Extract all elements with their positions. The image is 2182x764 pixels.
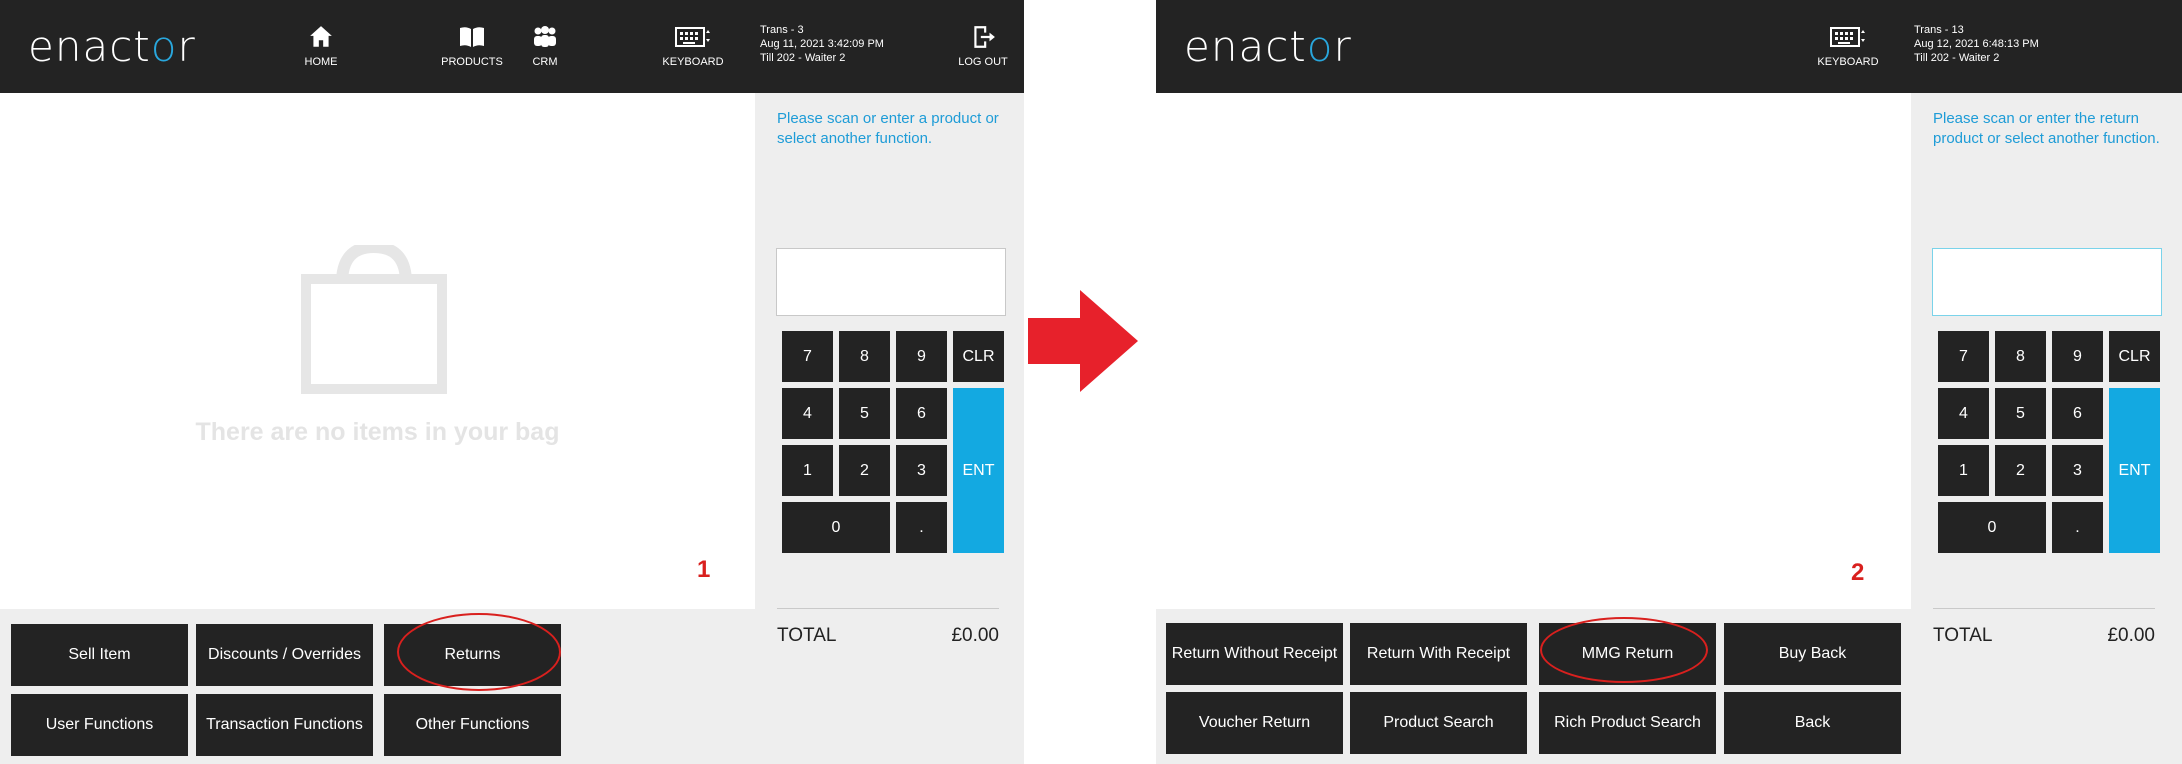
key-4[interactable]: 4: [782, 388, 833, 439]
enactor-logo: enactor: [1184, 22, 1352, 71]
product-search-button[interactable]: Product Search: [1350, 692, 1527, 754]
pos-screen-step-2: enactor KEYBOARD Trans - 13 Aug 12, 2021…: [1156, 0, 2182, 764]
return-without-receipt-button[interactable]: Return Without Receipt: [1166, 623, 1343, 685]
voucher-return-button[interactable]: Voucher Return: [1166, 692, 1343, 754]
return-with-receipt-button[interactable]: Return With Receipt: [1350, 623, 1527, 685]
mmg-return-button[interactable]: MMG Return: [1539, 623, 1716, 685]
total-divider: [777, 608, 999, 609]
trans-number: Trans - 13: [1914, 24, 1964, 36]
discounts-overrides-button[interactable]: Discounts / Overrides: [196, 624, 373, 686]
people-icon: [534, 26, 556, 47]
basket-area: There are no items in your bag 1: [0, 93, 755, 609]
products-label: PRODUCTS: [441, 56, 503, 68]
total-amount: £0.00: [2107, 625, 2155, 646]
key-3[interactable]: 3: [2052, 445, 2103, 496]
logout-label: LOG OUT: [958, 56, 1008, 68]
key-0[interactable]: 0: [782, 502, 890, 553]
keyboard-label: KEYBOARD: [1817, 56, 1879, 68]
home-label: HOME: [304, 56, 338, 68]
crm-label: CRM: [532, 56, 558, 68]
arrow-right-icon: [1028, 290, 1138, 392]
key-clear[interactable]: CLR: [2109, 331, 2160, 382]
key-2[interactable]: 2: [839, 445, 890, 496]
key-decimal[interactable]: .: [2052, 502, 2103, 553]
function-buttons: Sell Item Discounts / Overrides Returns …: [0, 609, 755, 764]
step-number-annotation: 2: [1851, 559, 1865, 586]
instruction-prompt: Please scan or enter a product or select…: [777, 110, 999, 147]
key-clear[interactable]: CLR: [953, 331, 1004, 382]
trans-number: Trans - 3: [760, 24, 804, 36]
keyboard-icon: [1830, 27, 1865, 47]
transaction-info: Trans - 13 Aug 12, 2021 6:48:13 PM Till …: [1914, 23, 2039, 65]
entry-field[interactable]: [1932, 248, 2162, 316]
key-8[interactable]: 8: [839, 331, 890, 382]
total-amount: £0.00: [951, 625, 999, 646]
transaction-functions-button[interactable]: Transaction Functions: [196, 694, 373, 756]
key-8[interactable]: 8: [1995, 331, 2046, 382]
crm-button[interactable]: CRM: [500, 24, 590, 68]
entry-field[interactable]: [776, 248, 1006, 316]
total-row: TOTAL £0.00: [777, 625, 999, 647]
keyboard-button[interactable]: KEYBOARD: [1803, 24, 1893, 68]
transaction-info: Trans - 3 Aug 11, 2021 3:42:09 PM Till 2…: [760, 23, 884, 65]
till-waiter: Till 202 - Waiter 2: [1914, 52, 2000, 64]
returns-button[interactable]: Returns: [384, 624, 561, 686]
key-6[interactable]: 6: [896, 388, 947, 439]
till-waiter: Till 202 - Waiter 2: [760, 52, 846, 64]
key-enter[interactable]: ENT: [2109, 388, 2160, 553]
basket-area: 2: [1156, 93, 1911, 609]
enactor-logo: enactor: [28, 22, 196, 71]
home-button[interactable]: HOME: [276, 24, 366, 68]
logout-icon: [974, 26, 995, 48]
pos-screen-step-1: enactor HOME PRODUCTS CRM KEYBOARD Trans…: [0, 0, 1024, 764]
trans-datetime: Aug 12, 2021 6:48:13 PM: [1914, 38, 2039, 50]
key-9[interactable]: 9: [2052, 331, 2103, 382]
book-icon: [460, 27, 484, 47]
shopping-bag-icon: [301, 245, 447, 394]
key-9[interactable]: 9: [896, 331, 947, 382]
home-icon: [310, 26, 332, 47]
total-row: TOTAL £0.00: [1933, 625, 2155, 647]
key-0[interactable]: 0: [1938, 502, 2046, 553]
total-divider: [1933, 608, 2155, 609]
user-functions-button[interactable]: User Functions: [11, 694, 188, 756]
trans-datetime: Aug 11, 2021 3:42:09 PM: [760, 38, 884, 50]
keyboard-label: KEYBOARD: [662, 56, 724, 68]
back-button[interactable]: Back: [1724, 692, 1901, 754]
key-1[interactable]: 1: [1938, 445, 1989, 496]
entry-panel: Please scan or enter the return product …: [1911, 93, 2182, 764]
function-buttons: Return Without Receipt Return With Recei…: [1156, 609, 1911, 764]
sell-item-button[interactable]: Sell Item: [11, 624, 188, 686]
key-decimal[interactable]: .: [896, 502, 947, 553]
key-2[interactable]: 2: [1995, 445, 2046, 496]
keyboard-button[interactable]: KEYBOARD: [648, 24, 738, 68]
key-3[interactable]: 3: [896, 445, 947, 496]
key-5[interactable]: 5: [1995, 388, 2046, 439]
key-5[interactable]: 5: [839, 388, 890, 439]
key-enter[interactable]: ENT: [953, 388, 1004, 553]
key-6[interactable]: 6: [2052, 388, 2103, 439]
entry-panel: Please scan or enter a product or select…: [755, 93, 1024, 764]
top-bar: enactor KEYBOARD Trans - 13 Aug 12, 2021…: [1156, 0, 2182, 93]
key-7[interactable]: 7: [782, 331, 833, 382]
key-7[interactable]: 7: [1938, 331, 1989, 382]
step-number-annotation: 1: [697, 556, 711, 583]
instruction-prompt: Please scan or enter the return product …: [1933, 110, 2160, 147]
buy-back-button[interactable]: Buy Back: [1724, 623, 1901, 685]
logout-button[interactable]: LOG OUT: [938, 24, 1024, 68]
keyboard-icon: [675, 27, 710, 47]
key-4[interactable]: 4: [1938, 388, 1989, 439]
rich-product-search-button[interactable]: Rich Product Search: [1539, 692, 1716, 754]
total-label: TOTAL: [777, 625, 837, 646]
empty-basket-message: There are no items in your bag: [195, 418, 560, 446]
top-bar: enactor HOME PRODUCTS CRM KEYBOARD Trans…: [0, 0, 1024, 93]
other-functions-button[interactable]: Other Functions: [384, 694, 561, 756]
total-label: TOTAL: [1933, 625, 1993, 646]
key-1[interactable]: 1: [782, 445, 833, 496]
